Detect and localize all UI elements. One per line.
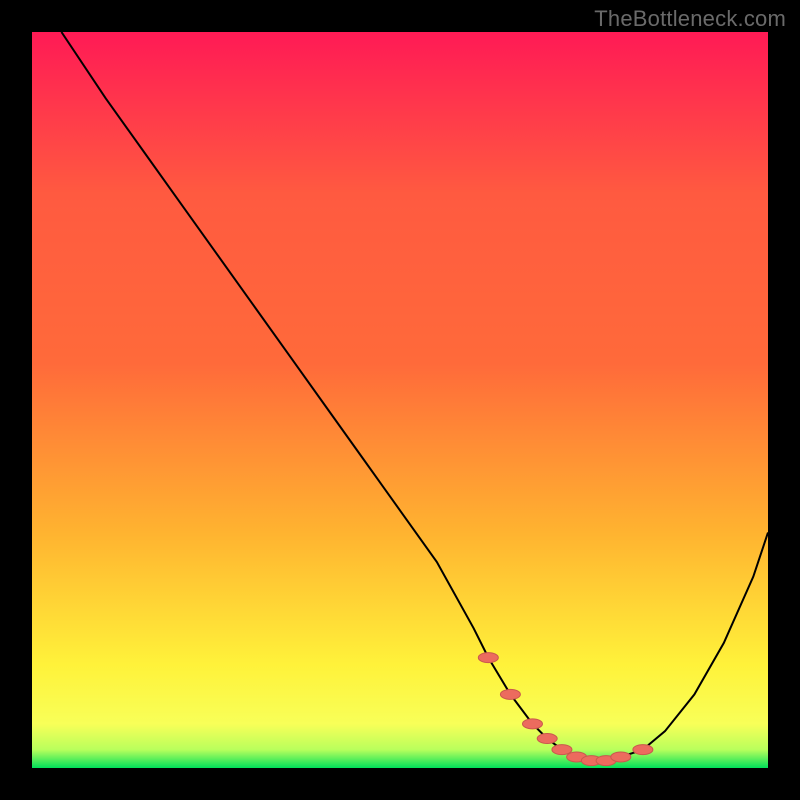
marker-point: [500, 689, 520, 699]
marker-point: [552, 745, 572, 755]
marker-point: [633, 745, 653, 755]
plot-area: [32, 32, 768, 768]
bottleneck-chart: [32, 32, 768, 768]
marker-point: [478, 653, 498, 663]
marker-point: [537, 734, 557, 744]
chart-page: TheBottleneck.com: [0, 0, 800, 800]
marker-point: [522, 719, 542, 729]
watermark-text: TheBottleneck.com: [594, 6, 786, 32]
gradient-background: [32, 32, 768, 768]
marker-point: [611, 752, 631, 762]
